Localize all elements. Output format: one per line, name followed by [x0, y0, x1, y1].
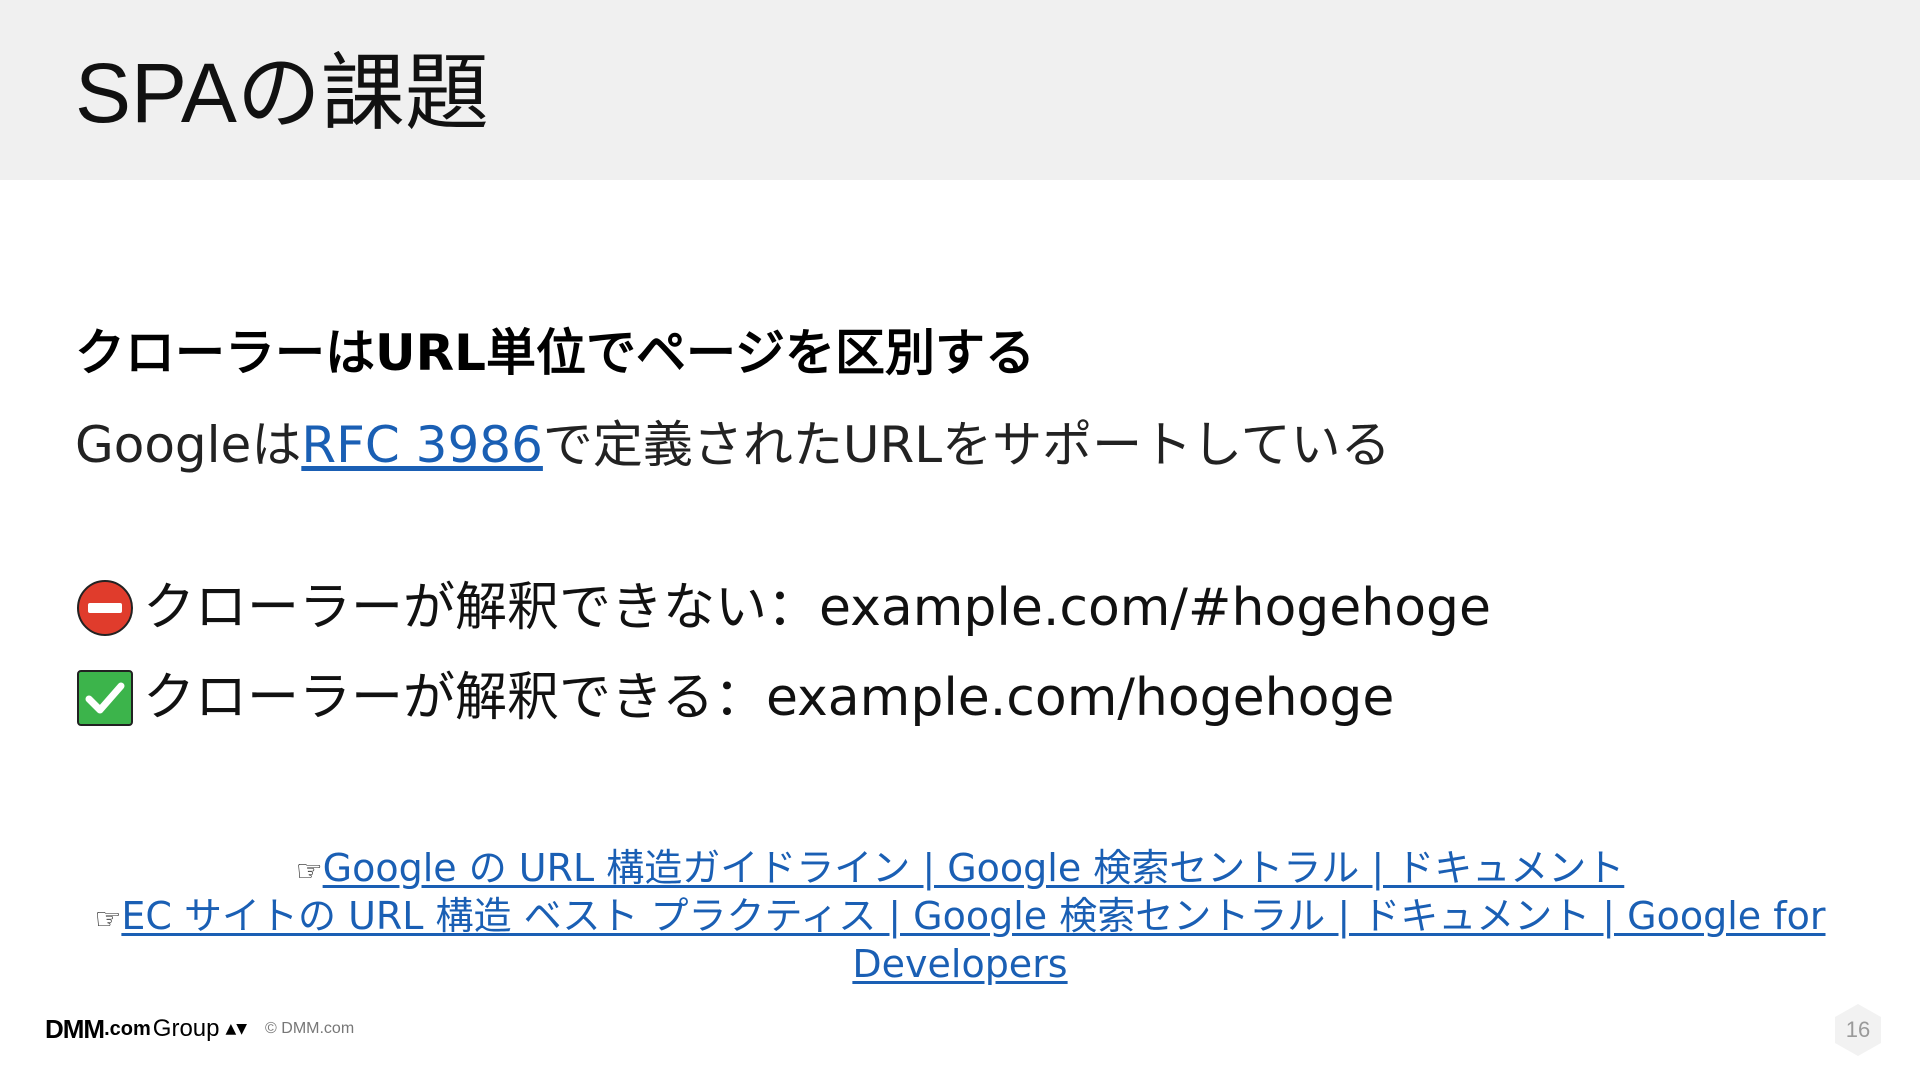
dmm-logo-com: .com: [104, 1017, 151, 1040]
copyright-text: © DMM.com: [265, 1020, 355, 1037]
page-number: 16: [1845, 1017, 1871, 1042]
pointing-hand-icon: ☞: [295, 854, 323, 889]
footer-branding: DMM .com Group ▲▼ © DMM.com: [45, 1014, 354, 1044]
rfc-3986-link[interactable]: RFC 3986: [301, 416, 543, 474]
support-prefix: Googleは: [75, 416, 302, 474]
support-suffix: で定義されたURLをサポートしている: [542, 416, 1391, 474]
example-interpretable-text: クローラーが解釈できる：example.com/hogehoge: [143, 668, 1395, 728]
dmm-logo-group: Group: [152, 1015, 220, 1042]
example-uninterpretable: クローラーが解釈できない：example.com/#hogehoge: [75, 570, 1491, 646]
references: ☞Google の URL 構造ガイドライン | Google 検索セントラル …: [60, 846, 1860, 987]
reference-item: ☞Google の URL 構造ガイドライン | Google 検索セントラル …: [60, 846, 1860, 894]
support-statement: GoogleはRFC 3986で定義されたURLをサポートしている: [75, 410, 1391, 480]
example-interpretable: クローラーが解釈できる：example.com/hogehoge: [75, 660, 1394, 736]
example-uninterpretable-text: クローラーが解釈できない：example.com/#hogehoge: [143, 578, 1492, 638]
pointing-hand-icon: ☞: [94, 902, 122, 937]
reference-link-ec-url-structure[interactable]: EC サイトの URL 構造 ベスト プラクティス | Google 検索セント…: [121, 894, 1825, 986]
check-mark-icon: [77, 670, 133, 726]
dmm-logo: DMM: [45, 1013, 105, 1044]
slide-subheading: クローラーはURL単位でページを区別する: [75, 324, 1035, 382]
slide-header: SPAの課題: [0, 0, 1920, 180]
reference-item: ☞EC サイトの URL 構造 ベスト プラクティス | Google 検索セン…: [60, 894, 1860, 987]
dmm-logo-mark-icon: ▲▼: [225, 1021, 248, 1037]
page-number-badge: 16: [1832, 1002, 1884, 1058]
no-entry-icon: [77, 580, 133, 636]
reference-link-url-guidelines[interactable]: Google の URL 構造ガイドライン | Google 検索セントラル |…: [323, 846, 1625, 890]
slide-title: SPAの課題: [75, 46, 489, 140]
